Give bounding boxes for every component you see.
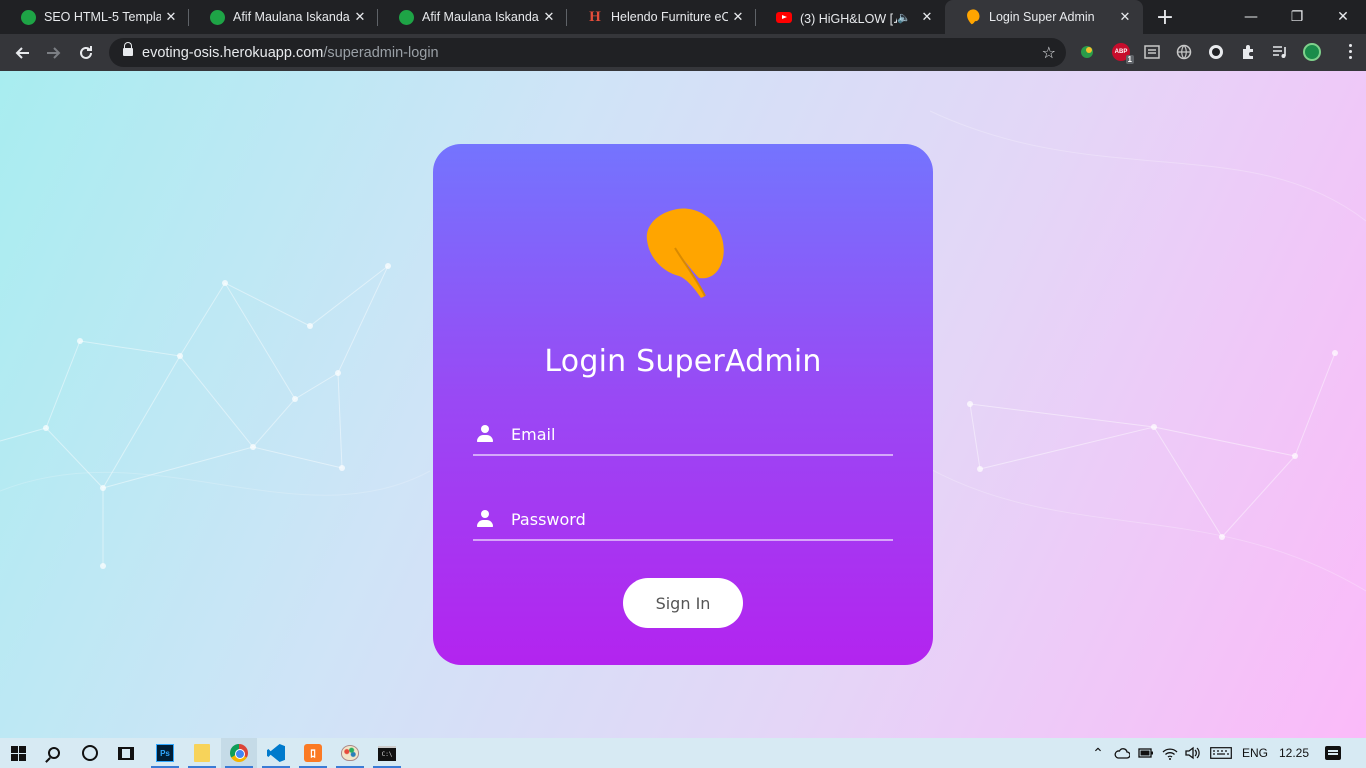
page-title: Login SuperAdmin — [544, 344, 822, 379]
login-card: Login SuperAdmin Sign In — [433, 144, 933, 665]
extension-globe-icon[interactable] — [1175, 43, 1193, 61]
photoshop-icon: Ps — [156, 744, 174, 762]
password-field — [473, 499, 893, 541]
terminal-icon: C:\ — [378, 745, 396, 761]
notification-icon — [1325, 746, 1341, 760]
browser-menu-icon[interactable] — [1349, 44, 1352, 59]
window-close-button[interactable]: ✕ — [1320, 0, 1366, 34]
email-input[interactable] — [511, 419, 893, 449]
tab-title: Login Super Admin — [989, 10, 1095, 24]
windows-taskbar: Ps ﾛ C:\ ⌃ ENG 12.25 — [0, 738, 1366, 768]
close-icon[interactable]: ✕ — [917, 7, 937, 27]
new-tab-button[interactable]: + — [1153, 5, 1177, 30]
close-icon[interactable]: ✕ — [350, 7, 370, 27]
check-circle-icon — [20, 9, 36, 25]
start-button[interactable] — [0, 738, 36, 768]
tab-seo-template[interactable]: SEO HTML-5 Template ✕ — [0, 0, 189, 34]
media-queue-icon[interactable] — [1271, 43, 1289, 61]
tab-title: (3) HiGH&LOW [ムゲ — [800, 11, 897, 26]
onedrive-icon[interactable] — [1112, 738, 1132, 768]
wifi-icon[interactable] — [1160, 738, 1180, 768]
tab-login-super-admin[interactable]: Login Super Admin ✕ — [945, 0, 1143, 34]
volume-icon[interactable] — [1183, 738, 1203, 768]
tab-title: Afif Maulana Iskandar — [233, 10, 350, 24]
chrome-icon — [230, 744, 248, 762]
battery-icon[interactable] — [1136, 738, 1156, 768]
extension-dark-mode-icon[interactable] — [1207, 43, 1225, 61]
tab-title: SEO HTML-5 Template — [44, 10, 161, 24]
tab-helendo[interactable]: H Helendo Furniture eCom ✕ — [567, 0, 756, 34]
search-button[interactable] — [36, 738, 72, 768]
bookmark-star-icon[interactable]: ☆ — [1042, 43, 1056, 62]
adblock-plus-icon[interactable]: ABP 1 — [1112, 43, 1134, 64]
user-icon — [476, 510, 494, 528]
taskbar-vscode[interactable] — [258, 738, 294, 768]
task-view-icon — [118, 746, 134, 760]
vscode-icon — [267, 744, 285, 762]
leaf-logo-icon — [646, 208, 724, 298]
taskbar-sticky-notes[interactable] — [184, 738, 220, 768]
email-field — [473, 414, 893, 456]
arrow-right-icon — [47, 47, 61, 59]
paint-icon — [341, 745, 359, 761]
close-icon[interactable]: ✕ — [728, 7, 748, 27]
taskbar-xampp[interactable]: ﾛ — [295, 738, 331, 768]
profile-avatar[interactable] — [1303, 43, 1321, 61]
helendo-h-icon: H — [589, 8, 601, 25]
password-input[interactable] — [511, 504, 893, 534]
check-circle-icon — [209, 9, 225, 25]
reload-icon — [80, 46, 92, 59]
clock[interactable]: 12.25 — [1274, 738, 1314, 768]
close-icon[interactable]: ✕ — [161, 7, 181, 27]
cortana-icon — [82, 745, 98, 761]
lock-icon — [123, 42, 133, 58]
action-center-button[interactable] — [1322, 738, 1344, 768]
arrow-left-icon — [15, 47, 29, 59]
taskbar-photoshop[interactable]: Ps — [147, 738, 183, 768]
windows-logo-icon — [10, 745, 26, 761]
extension-reader-icon[interactable] — [1143, 43, 1161, 61]
youtube-icon — [776, 9, 792, 25]
taskbar-chrome[interactable] — [221, 738, 257, 768]
speaker-icon[interactable]: 🔈 — [897, 11, 911, 24]
forward-button[interactable] — [41, 40, 67, 66]
user-icon — [476, 425, 494, 443]
taskbar-terminal[interactable]: C:\ — [369, 738, 405, 768]
reload-button[interactable] — [73, 40, 99, 66]
browser-tab-strip: SEO HTML-5 Template ✕ Afif Maulana Iskan… — [0, 0, 1366, 34]
cortana-button[interactable] — [72, 738, 108, 768]
extensions-puzzle-icon[interactable] — [1239, 43, 1257, 61]
adblock-count-badge: 1 — [1125, 55, 1134, 64]
tab-afif-1[interactable]: Afif Maulana Iskandar ✕ — [189, 0, 378, 34]
sign-in-button[interactable]: Sign In — [623, 578, 743, 628]
close-icon[interactable]: ✕ — [539, 7, 559, 27]
close-icon[interactable]: ✕ — [1115, 7, 1135, 27]
address-bar[interactable]: evoting-osis.herokuapp.com/superadmin-lo… — [109, 38, 1066, 67]
page-viewport: Login SuperAdmin Sign In — [0, 71, 1366, 738]
tab-afif-2[interactable]: Afif Maulana Iskandar ✕ — [378, 0, 567, 34]
tab-youtube[interactable]: (3) HiGH&LOW [ムゲ 🔈 ✕ — [756, 0, 945, 34]
taskbar-paint[interactable] — [332, 738, 368, 768]
tab-title: Afif Maulana Iskandar — [422, 10, 539, 24]
tab-title: Helendo Furniture eCom — [611, 10, 728, 24]
keyboard-icon[interactable] — [1208, 738, 1234, 768]
xampp-icon: ﾛ — [304, 744, 322, 762]
tray-chevron-icon[interactable]: ⌃ — [1088, 738, 1108, 768]
language-indicator[interactable]: ENG — [1238, 738, 1272, 768]
restore-button[interactable]: ❐ — [1274, 0, 1320, 34]
browser-toolbar: evoting-osis.herokuapp.com/superadmin-lo… — [0, 34, 1366, 71]
leaf-icon — [965, 9, 981, 25]
check-circle-icon — [398, 9, 414, 25]
extension-globe-green-icon[interactable] — [1078, 43, 1096, 61]
url-text: evoting-osis.herokuapp.com/superadmin-lo… — [142, 44, 439, 61]
minimize-button[interactable]: — — [1228, 0, 1274, 34]
task-view-button[interactable] — [108, 738, 144, 768]
back-button[interactable] — [9, 40, 35, 66]
sticky-notes-icon — [194, 744, 210, 762]
search-icon — [48, 747, 60, 759]
